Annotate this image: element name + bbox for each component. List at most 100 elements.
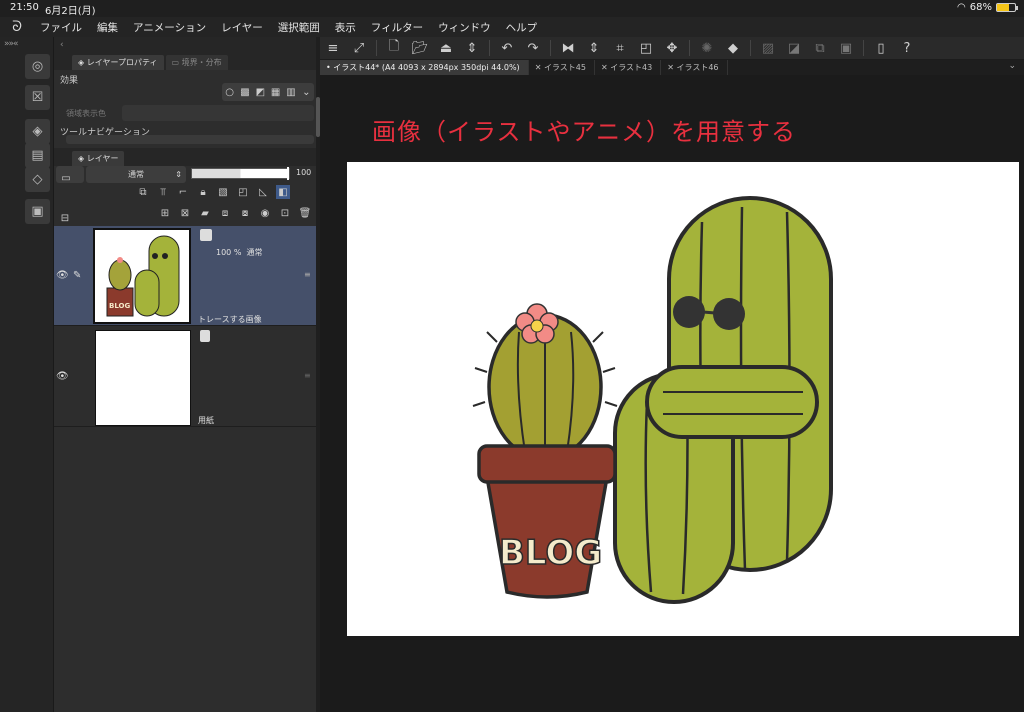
save-icon[interactable]: ⏏ — [435, 39, 457, 57]
more-arrows-icon[interactable]: ⇕ — [461, 39, 483, 57]
layer-color-icon[interactable]: ◧ — [276, 185, 290, 199]
document-tab-active[interactable]: • イラスト44* (A4 4093 x 2894px 350dpi 44.0%… — [320, 60, 529, 75]
menu-view[interactable]: 表示 — [329, 20, 365, 35]
battery-icon — [996, 3, 1018, 12]
layer-row-trace[interactable]: 👁︎ ✎ BLOG 100 % 通常 トレースする画像 ≡ — [54, 226, 316, 326]
layer-property-icon[interactable]: ◈ — [25, 119, 50, 144]
delete-layer-icon[interactable]: 🗑︎ — [298, 206, 312, 220]
lock-icon[interactable]: 🔒︎ — [196, 185, 210, 199]
layer-color-label: 領域表示色 — [66, 109, 106, 118]
opacity-slider[interactable] — [191, 167, 290, 180]
layer-panel-menu-icon[interactable]: ⊟ — [58, 206, 72, 226]
reference-layer-icon[interactable]: ⫪ — [156, 185, 170, 199]
clip-layer-icon[interactable]: ⧉ — [136, 185, 150, 199]
pen-edit-icon[interactable]: ✎ — [73, 270, 81, 281]
expand-panels-icon[interactable]: »»« — [4, 39, 18, 49]
layer-name-paper[interactable]: 用紙 — [198, 415, 214, 426]
layer-search-icon[interactable]: ▤ — [25, 143, 50, 168]
gear-icon[interactable]: ✺ — [696, 39, 718, 57]
mask-icon[interactable]: ◰ — [236, 185, 250, 199]
layer-row-paper[interactable]: 👁︎ 用紙 ≡ — [54, 327, 316, 427]
help-icon[interactable]: ? — [896, 39, 918, 57]
expand-selection-icon[interactable]: ⧉ — [809, 39, 831, 57]
device-settings-icon[interactable]: ▯ — [870, 39, 892, 57]
document-tab[interactable]: ✕ イラスト45 — [529, 60, 595, 75]
redo-icon[interactable]: ↷ — [522, 39, 544, 57]
menu-window[interactable]: ウィンドウ — [432, 20, 500, 35]
material-icon[interactable]: ▣ — [25, 199, 50, 224]
layer-palette-header: ◈ レイヤー — [54, 148, 320, 166]
visibility-eye-icon[interactable]: 👁︎ — [56, 371, 69, 382]
app-logo-icon[interactable]: ᘐ — [0, 19, 34, 35]
more-effect-icon[interactable]: ⌄ — [299, 85, 313, 99]
layer-color-effect-icon[interactable]: ◩ — [253, 85, 267, 99]
menu-hamburger-icon[interactable]: ≡ — [322, 39, 344, 57]
status-date: 6月2日(月) — [45, 6, 96, 17]
move-icon[interactable]: ✥ — [661, 39, 683, 57]
tab-secondary[interactable]: ▭ 境界・分布 — [165, 55, 228, 70]
canvas-paper[interactable]: BLOG — [347, 162, 1019, 636]
document-tab-label: イラスト44* (A4 4093 x 2894px 350dpi 44.0%) — [333, 63, 520, 72]
layer-type-select[interactable]: ▭ — [56, 166, 84, 184]
crop-icon[interactable]: ⌗ — [609, 39, 631, 57]
open-folder-icon[interactable]: 📂︎ — [409, 39, 431, 57]
invert-selection-icon[interactable]: ◪ — [783, 39, 805, 57]
document-tab[interactable]: ✕ イラスト46 — [661, 60, 728, 75]
menu-animation[interactable]: アニメーション — [127, 20, 215, 35]
extract-line-icon[interactable]: ▥ — [284, 85, 298, 99]
clear-selection-icon[interactable]: ▨ — [757, 39, 779, 57]
undo-icon[interactable]: ↶ — [496, 39, 518, 57]
new-vector-layer-icon[interactable]: ⊠ — [178, 206, 192, 220]
close-layer-icon[interactable]: ☒ — [25, 85, 50, 110]
blend-mode-value: 通常 — [128, 170, 144, 179]
layer-name-trace[interactable]: トレースする画像 — [198, 314, 262, 325]
tab-secondary-label: 境界・分布 — [181, 58, 222, 67]
blend-mode-select[interactable]: 通常 ⇕ — [86, 166, 186, 183]
tool-navigation-bar[interactable] — [66, 135, 314, 144]
effect-section-title: 効果 — [60, 76, 79, 86]
tab-layer-property[interactable]: ◈ レイヤープロパティ — [72, 55, 164, 70]
menu-file[interactable]: ファイル — [34, 20, 91, 35]
separator — [489, 40, 490, 56]
layer-panel: ‹ ◈ レイヤープロパティ ▭ 境界・分布 効果 ○ ▩ ◩ ▦ ▥ ⌄ 領域表… — [54, 37, 320, 712]
shrink-selection-icon[interactable]: ▣ — [835, 39, 857, 57]
layers-icon[interactable]: ◇ — [25, 167, 50, 192]
lock-transparency-icon[interactable]: ▧ — [216, 185, 230, 199]
svg-text:BLOG: BLOG — [109, 302, 130, 310]
layer-thumbnail-trace: BLOG — [93, 228, 191, 324]
tabs-dropdown-icon[interactable]: ⌄ — [1000, 60, 1024, 75]
navigator-icon[interactable]: ◎ — [25, 54, 50, 79]
ruler-icon[interactable]: ◺ — [256, 185, 270, 199]
new-raster-layer-icon[interactable]: ⊞ — [158, 206, 172, 220]
new-file-icon[interactable]: 🗋︎ — [383, 39, 405, 57]
merge-down-icon[interactable]: ⧇ — [238, 206, 252, 220]
tone-effect-icon[interactable]: ▩ — [238, 85, 252, 99]
menu-filter[interactable]: フィルター — [365, 20, 432, 35]
flip-horizontal-icon[interactable]: ⧓ — [557, 39, 579, 57]
draft-layer-icon[interactable]: ⌐ — [176, 185, 190, 199]
menu-edit[interactable]: 編集 — [91, 20, 127, 35]
new-folder-icon[interactable]: ▰ — [198, 206, 212, 220]
transfer-down-icon[interactable]: ⧈ — [218, 206, 232, 220]
create-mask-icon[interactable]: ◉ — [258, 206, 272, 220]
separator — [863, 40, 864, 56]
grid-effect-icon[interactable]: ▦ — [269, 85, 283, 99]
menu-help[interactable]: ヘルプ — [500, 20, 547, 35]
apply-mask-icon[interactable]: ⊡ — [278, 206, 292, 220]
rotate-arrows-icon[interactable]: ⇕ — [583, 39, 605, 57]
visibility-eye-icon[interactable]: 👁︎ — [56, 270, 69, 281]
tab-layer[interactable]: ◈ レイヤー — [72, 151, 125, 166]
fill-bucket-icon[interactable]: ◆ — [722, 39, 744, 57]
layer-color-field[interactable] — [122, 105, 314, 121]
opacity-slider-handle[interactable] — [287, 167, 289, 180]
border-effect-icon[interactable]: ○ — [223, 85, 237, 99]
layer-drag-handle-icon[interactable]: ≡ — [304, 270, 311, 279]
menu-selection[interactable]: 選択範囲 — [272, 20, 329, 35]
opacity-value[interactable]: 100 — [296, 168, 311, 177]
fit-screen-icon[interactable]: ⤢ — [348, 39, 370, 57]
collapse-chevron-icon[interactable]: ‹ — [60, 40, 64, 50]
menu-layer[interactable]: レイヤー — [215, 20, 272, 35]
transform-icon[interactable]: ◰ — [635, 39, 657, 57]
layer-drag-handle-icon[interactable]: ≡ — [304, 371, 311, 380]
document-tab[interactable]: ✕ イラスト43 — [595, 60, 662, 75]
